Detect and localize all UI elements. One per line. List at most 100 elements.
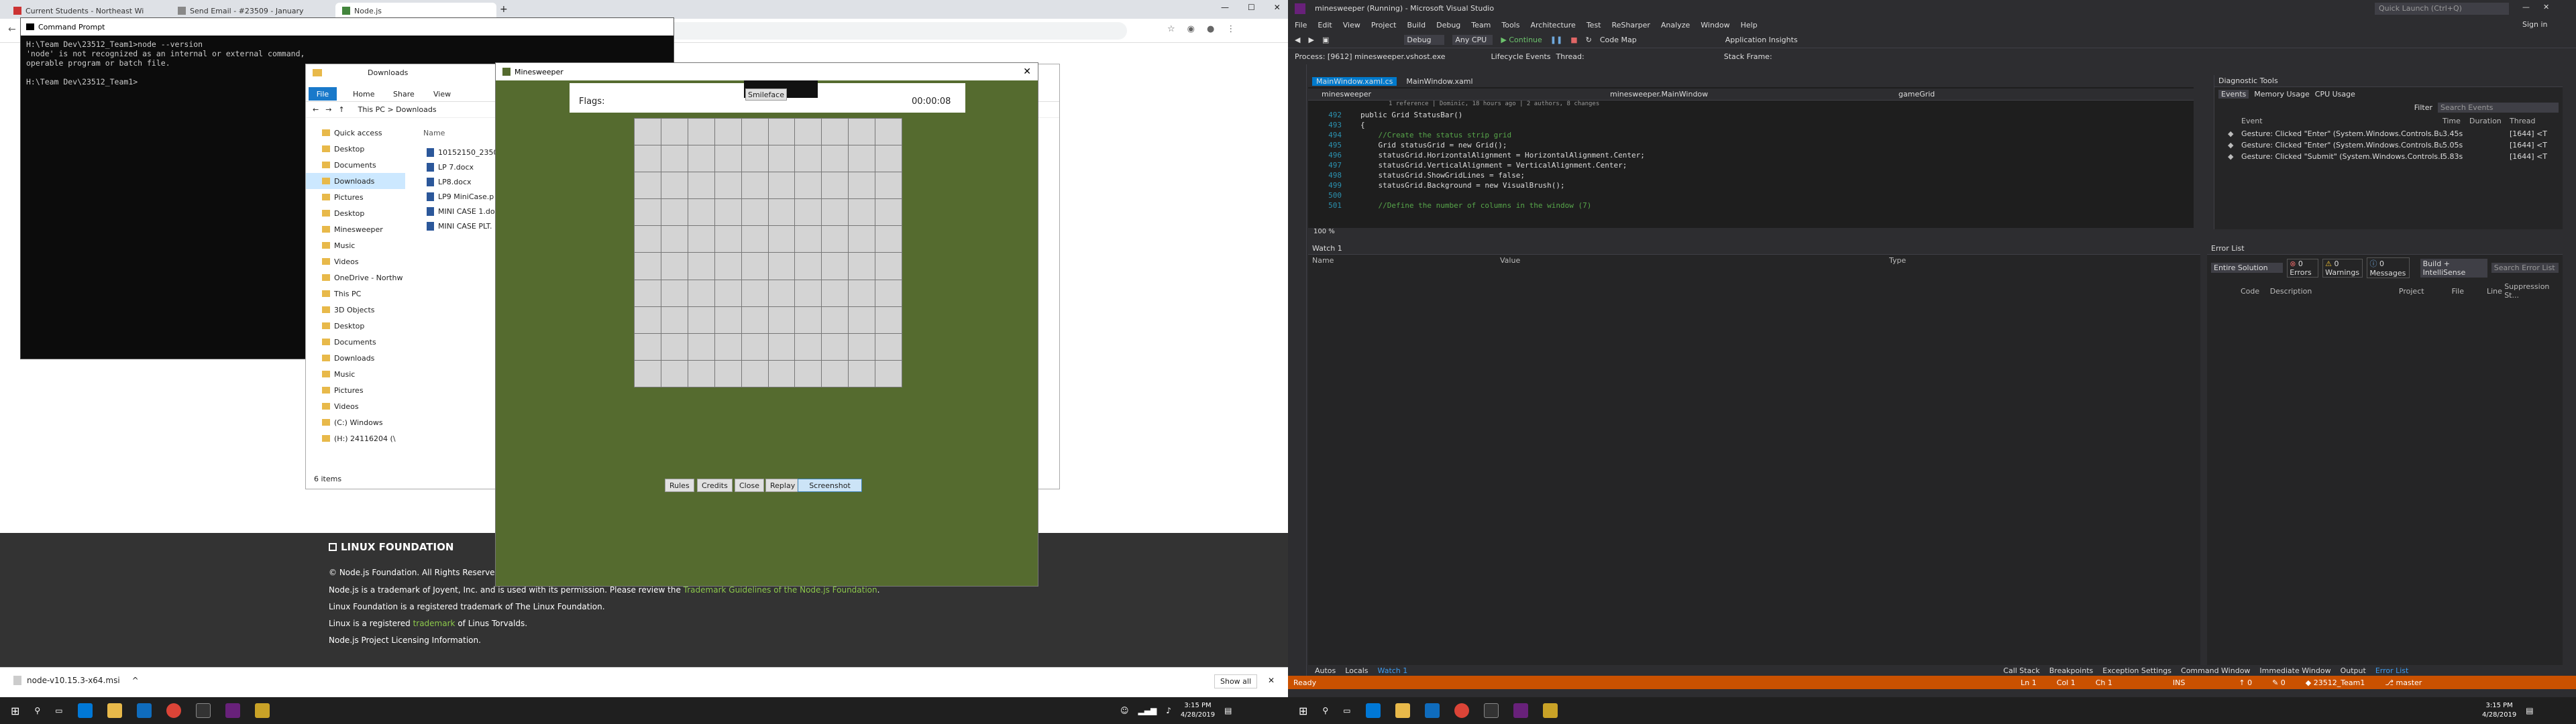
status-pending[interactable]: ✎ 0 [2272, 678, 2286, 687]
menu-item[interactable]: Build [1407, 21, 1426, 29]
mine-cell[interactable] [875, 199, 902, 226]
diag-tab-events[interactable]: Events [2218, 90, 2249, 99]
mine-cell[interactable] [688, 199, 714, 226]
sign-in-link[interactable]: Sign in [2522, 20, 2548, 29]
mine-cell[interactable] [635, 199, 661, 226]
mine-cell[interactable] [714, 306, 741, 333]
mine-cell[interactable] [875, 360, 902, 387]
status-push[interactable]: ↑ 0 [2239, 678, 2252, 687]
mine-cell[interactable] [714, 253, 741, 280]
sidebar-item[interactable]: Desktop [306, 141, 405, 157]
stop-icon[interactable]: ■ [1570, 36, 1577, 44]
tool-tab[interactable]: Breakpoints [2049, 666, 2094, 675]
mine-cell[interactable] [849, 333, 875, 360]
mine-cell[interactable] [688, 226, 714, 253]
mine-cell[interactable] [635, 360, 661, 387]
mine-cell[interactable] [635, 333, 661, 360]
sidebar-item[interactable]: Documents [306, 334, 405, 350]
code-map-button[interactable]: Code Map [1600, 36, 1637, 44]
nav-member-dropdown[interactable]: gameGrid [1898, 90, 1935, 99]
mine-cell[interactable] [714, 145, 741, 172]
mine-cell[interactable] [661, 119, 688, 145]
menu-item[interactable]: Window [1701, 21, 1729, 29]
mine-cell[interactable] [768, 280, 795, 306]
mine-cell[interactable] [875, 226, 902, 253]
rules-button[interactable]: Rules [665, 479, 694, 492]
file-explorer-icon[interactable] [1395, 703, 1410, 718]
mine-cell[interactable] [849, 306, 875, 333]
maximize-icon[interactable]: ☐ [1248, 3, 1255, 12]
close-icon[interactable]: ✕ [1023, 66, 1031, 77]
mine-cell[interactable] [822, 145, 849, 172]
cmd-icon[interactable] [195, 703, 211, 718]
task-view-icon[interactable]: ▭ [55, 706, 62, 715]
tool-tab[interactable]: Watch 1 [1378, 666, 1408, 675]
sidebar-item[interactable]: Downloads [306, 173, 405, 189]
smiley-button[interactable]: Smileface [745, 88, 787, 101]
star-icon[interactable]: ☆ [1167, 24, 1175, 34]
mine-cell[interactable] [849, 199, 875, 226]
notifications-icon[interactable]: ▤ [1224, 706, 1232, 715]
mine-cell[interactable] [768, 333, 795, 360]
menu-item[interactable]: Project [1371, 21, 1397, 29]
tool-tab[interactable]: Immediate Window [2259, 666, 2330, 675]
menu-item[interactable]: Edit [1318, 21, 1332, 29]
mine-cell[interactable] [795, 226, 822, 253]
mine-cell[interactable] [661, 145, 688, 172]
network-icon[interactable]: ▂▄▆ [1138, 706, 1157, 715]
lifecycle-dropdown[interactable]: Lifecycle Events [1491, 52, 1551, 61]
sidebar-item[interactable]: This PC [306, 286, 405, 302]
mine-cell[interactable] [875, 280, 902, 306]
config-dropdown[interactable]: Debug [1404, 35, 1445, 45]
mine-cell[interactable] [714, 333, 741, 360]
new-tab-button[interactable]: + [500, 4, 508, 15]
mine-cell[interactable] [741, 306, 768, 333]
mine-cell[interactable] [714, 119, 741, 145]
mine-cell[interactable] [741, 172, 768, 199]
mine-cell[interactable] [795, 172, 822, 199]
mine-cell[interactable] [768, 199, 795, 226]
mine-cell[interactable] [822, 333, 849, 360]
search-events-input[interactable]: Search Events [2438, 103, 2559, 113]
tool-tab[interactable]: Locals [1345, 666, 1368, 675]
mine-cell[interactable] [849, 360, 875, 387]
mine-cell[interactable] [714, 360, 741, 387]
diag-event-row[interactable]: ◆ Gesture: Clicked "Submit" (System.Windo… [2214, 151, 2563, 162]
screenshot-button[interactable]: Screenshot [798, 479, 862, 492]
profile-icon[interactable]: ● [1207, 24, 1214, 34]
menu-item[interactable]: Team [1471, 21, 1491, 29]
watch-col-name[interactable]: Name [1312, 256, 1500, 265]
mine-cell[interactable] [635, 119, 661, 145]
restart-icon[interactable]: ↻ [1586, 36, 1592, 44]
process-dropdown[interactable]: Process: [9612] minesweeper.vshost.exe [1295, 52, 1446, 61]
mine-cell[interactable] [849, 119, 875, 145]
menu-item[interactable]: Architecture [1530, 21, 1575, 29]
mine-cell[interactable] [661, 226, 688, 253]
menu-item[interactable]: View [1343, 21, 1360, 29]
extension-icon[interactable]: ◉ [1187, 24, 1195, 34]
sidebar-item[interactable]: 3D Objects [306, 302, 405, 318]
forward-icon[interactable]: ▶ [1308, 36, 1313, 44]
mine-cell[interactable] [822, 360, 849, 387]
filter-icon[interactable]: Filter [2414, 103, 2432, 112]
mine-cell[interactable] [741, 226, 768, 253]
mine-cell[interactable] [822, 253, 849, 280]
windows-start-icon[interactable]: ⊞ [11, 705, 19, 717]
mine-cell[interactable] [635, 306, 661, 333]
menu-item[interactable]: ReSharper [1612, 21, 1650, 29]
menu-item[interactable]: Analyze [1661, 21, 1690, 29]
mine-cell[interactable] [795, 145, 822, 172]
back-icon[interactable]: ◀ [1295, 36, 1300, 44]
code-area[interactable]: 1 reference | Dominic, 18 hours ago | 2 … [1308, 101, 2194, 228]
menu-item[interactable]: File [1295, 21, 1307, 29]
mine-cell[interactable] [795, 119, 822, 145]
mine-cell[interactable] [714, 226, 741, 253]
mine-cell[interactable] [741, 145, 768, 172]
watch-col-value[interactable]: Value [1500, 256, 1889, 265]
sidebar-item[interactable]: OneDrive - Northw [306, 269, 405, 286]
mine-cell[interactable] [768, 119, 795, 145]
mine-cell[interactable] [795, 360, 822, 387]
chrome-tab[interactable]: Current Students - Northeast Wi [7, 3, 168, 19]
visual-studio-icon[interactable] [1513, 703, 1528, 718]
tool-tab[interactable]: Error List [2375, 666, 2409, 675]
